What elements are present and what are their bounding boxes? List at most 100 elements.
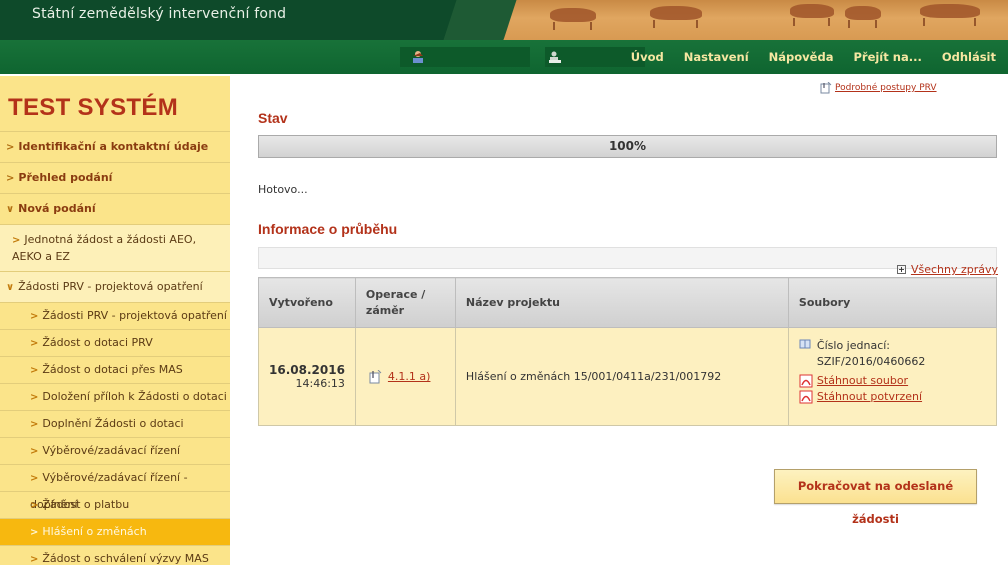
sidebar-item-label: Doplnění Žádosti o dotaci xyxy=(42,417,184,430)
created-date: 16.08.2016 xyxy=(269,363,345,377)
org-name: Státní zemědělský intervenční fond xyxy=(32,6,287,22)
download-confirmation-link[interactable]: Stáhnout potvrzení xyxy=(817,389,922,405)
nav-link-nastaveni[interactable]: Nastavení xyxy=(684,50,749,64)
nav-link-napoveda[interactable]: Nápověda xyxy=(769,50,834,64)
messages-toolbar xyxy=(258,247,997,269)
document-clip-icon xyxy=(369,369,382,383)
column-header-operace: Operace / záměr xyxy=(354,277,456,328)
download-file-link[interactable]: Stáhnout soubor xyxy=(817,373,908,389)
chevron-right-icon: > xyxy=(30,527,39,538)
user-icon xyxy=(413,51,423,63)
chevron-right-icon: > xyxy=(6,142,15,153)
sidebar-item-vyberove-rizeni[interactable]: > Výběrové/zadávací řízení xyxy=(0,438,230,465)
document-clip-icon xyxy=(820,82,832,94)
reference-number: Číslo jednací: SZIF/2016/0460662 xyxy=(799,338,986,370)
cow-silhouette xyxy=(550,8,596,30)
chevron-down-icon: ∨ xyxy=(6,282,15,293)
sidebar-item-zadosti-prv[interactable]: > Žádosti PRV - projektová opatření xyxy=(0,303,230,330)
pdf-icon xyxy=(799,390,813,404)
nav-link-prejit-na[interactable]: Přejít na... xyxy=(853,50,921,64)
table-row: 16.08.2016 14:46:13 4.1.1 a) Hlášení o z… xyxy=(258,327,998,426)
cow-silhouette xyxy=(920,4,980,26)
nav-links: Úvod Nastavení Nápověda Přejít na... Odh… xyxy=(611,40,996,74)
cell-files: Číslo jednací: SZIF/2016/0460662 Stáhnou… xyxy=(787,327,998,426)
chevron-right-icon: > xyxy=(30,473,39,484)
column-header-nazev-projektu: Název projektu xyxy=(454,277,789,328)
pdf-icon xyxy=(799,374,813,388)
cell-project-name: Hlášení o změnách 15/001/0411a/231/00179… xyxy=(454,327,789,426)
chevron-right-icon: > xyxy=(30,500,39,511)
all-messages-link[interactable]: Všechny zprávy xyxy=(911,263,998,276)
chevron-right-icon: > xyxy=(30,365,39,376)
sidebar-item-jednotna-zadost[interactable]: > Jednotná žádost a žádosti AEO, AEKO a E… xyxy=(0,225,230,272)
chevron-down-icon: ∨ xyxy=(6,204,15,215)
download-confirmation-row: Stáhnout potvrzení xyxy=(799,389,986,405)
expand-plus-icon[interactable]: + xyxy=(896,265,906,274)
sidebar: TEST SYSTÉM > Identifikační a kontaktní ú… xyxy=(0,76,230,565)
status-text: Hotovo... xyxy=(258,183,308,196)
sidebar-item-zadost-o-dotaci-prv[interactable]: > Žádost o dotaci PRV xyxy=(0,330,230,357)
chevron-right-icon: > xyxy=(6,173,15,184)
book-icon xyxy=(799,339,811,349)
cell-operation: 4.1.1 a) xyxy=(354,327,456,426)
cow-silhouette xyxy=(790,4,834,26)
sidebar-item-dolozeni-priloh[interactable]: > Doložení příloh k Žádosti o dotaci xyxy=(0,384,230,411)
download-file-row: Stáhnout soubor xyxy=(799,373,986,389)
sidebar-item-label: Jednotná žádost a žádosti AEO, AEKO a EZ xyxy=(12,233,197,263)
sidebar-item-label: Identifikační a kontaktní údaje xyxy=(18,140,209,153)
sidebar-item-identifikacni-udaje[interactable]: > Identifikační a kontaktní údaje xyxy=(0,132,230,163)
nav-link-odhlasit[interactable]: Odhlásit xyxy=(942,50,996,64)
sidebar-item-nova-podani[interactable]: ∨ Nová podání xyxy=(0,194,230,225)
sidebar-item-label: Žádost o dotaci PRV xyxy=(42,336,153,349)
cow-silhouette xyxy=(650,6,702,28)
sidebar-item-hlaseni-o-zmenach[interactable]: > Hlášení o změnách xyxy=(0,519,230,546)
column-header-vytvoreno: Vytvořeno xyxy=(258,277,356,328)
progress-bar: 100% xyxy=(258,135,997,158)
sidebar-item-label: Žádosti PRV - projektová opatření xyxy=(42,309,227,322)
sidebar-item-label: Žádost o dotaci přes MAS xyxy=(42,363,183,376)
chevron-right-icon: > xyxy=(12,235,21,246)
reference-value: SZIF/2016/0460662 xyxy=(816,355,926,368)
created-time: 14:46:13 xyxy=(295,377,345,390)
reference-label: Číslo jednací: xyxy=(816,339,891,352)
progress-label: 100% xyxy=(608,139,647,153)
nav-link-uvod[interactable]: Úvod xyxy=(631,50,664,64)
operation-link[interactable]: 4.1.1 a) xyxy=(388,370,431,383)
continue-to-sent-requests-button[interactable]: Pokračovat na odeslané žádosti xyxy=(774,469,977,526)
chevron-right-icon: > xyxy=(30,419,39,430)
cow-silhouette xyxy=(845,6,881,28)
sidebar-item-vyberove-rizeni-doplneni[interactable]: >Výběrové/zadávací řízení - doplnění xyxy=(0,465,230,511)
chevron-right-icon: > xyxy=(30,338,39,349)
info-section-title: Informace o průběhu xyxy=(258,221,398,237)
chevron-right-icon: > xyxy=(30,554,39,565)
sidebar-item-schvaleni-vyzvy-mas[interactable]: > Žádost o schválení výzvy MAS xyxy=(0,546,230,565)
sidebar-item-label: Hlášení o změnách xyxy=(42,525,147,538)
sidebar-item-zadost-o-platbu[interactable]: > Žádost o platbu xyxy=(0,492,230,519)
top-navbar: Úvod Nastavení Nápověda Přejít na... Odh… xyxy=(0,40,1008,74)
sidebar-item-label: Doložení příloh k Žádosti o dotaci xyxy=(42,390,227,403)
table-header-row: Vytvořeno Operace / záměr Název projektu… xyxy=(258,277,998,328)
chevron-right-icon: > xyxy=(30,446,39,457)
chevron-right-icon: > xyxy=(30,392,39,403)
status-section-title: Stav xyxy=(258,110,288,126)
site-header: Státní zemědělský intervenční fond xyxy=(0,0,1008,40)
sidebar-item-zadosti-prv-group[interactable]: ∨ Žádosti PRV - projektová opatření xyxy=(0,272,230,303)
sidebar-item-label: Žádost o schválení výzvy MAS xyxy=(42,552,209,565)
sidebar-item-label: Výběrové/zadávací řízení xyxy=(42,444,181,457)
column-header-soubory: Soubory xyxy=(787,277,998,328)
help-link-podrobne-postupy[interactable]: Podrobné postupy PRV xyxy=(835,83,937,93)
sidebar-item-doplneni-zadosti[interactable]: > Doplnění Žádosti o dotaci xyxy=(0,411,230,438)
sidebar-item-zadost-pres-mas[interactable]: > Žádost o dotaci přes MAS xyxy=(0,357,230,384)
sidebar-item-prehled-podani[interactable]: > Přehled podání xyxy=(0,163,230,194)
sidebar-title: TEST SYSTÉM xyxy=(0,76,230,132)
user-role-icon xyxy=(549,51,561,63)
header-banner-image xyxy=(480,0,1008,40)
sidebar-item-label: Nová podání xyxy=(18,202,96,215)
progress-table: Vytvořeno Operace / záměr Název projektu… xyxy=(258,277,998,426)
cell-created: 16.08.2016 14:46:13 xyxy=(258,327,356,426)
sidebar-item-label: Přehled podání xyxy=(18,171,113,184)
all-messages-toggle[interactable]: + Všechny zprávy xyxy=(896,263,998,276)
sidebar-item-label: Žádost o platbu xyxy=(42,498,130,511)
chevron-right-icon: > xyxy=(30,311,39,322)
help-link-container: Podrobné postupy PRV xyxy=(820,82,937,94)
